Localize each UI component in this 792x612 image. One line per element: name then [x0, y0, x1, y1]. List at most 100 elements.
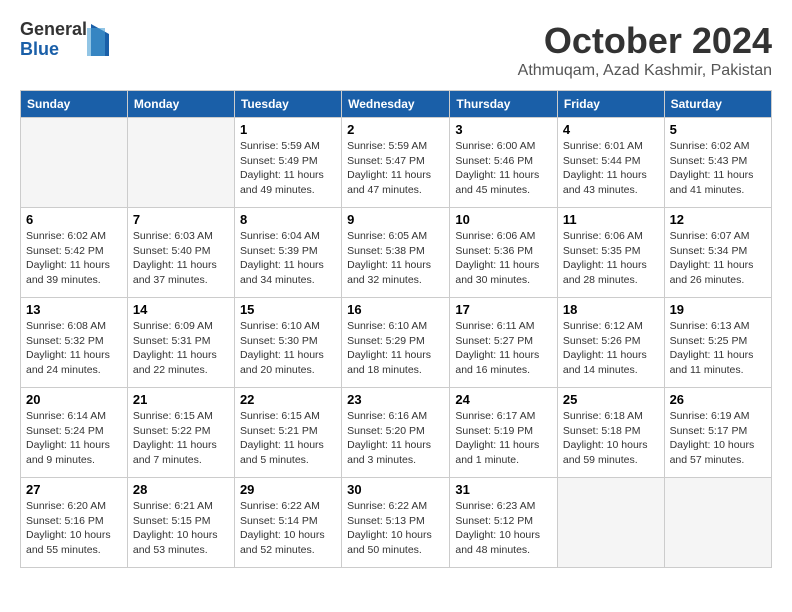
calendar-cell: 11 Sunrise: 6:06 AM Sunset: 5:35 PM Dayli… [557, 208, 664, 298]
day-number: 22 [240, 392, 336, 407]
day-info: Sunrise: 6:02 AM Sunset: 5:43 PM Dayligh… [670, 139, 766, 198]
day-info: Sunrise: 6:09 AM Sunset: 5:31 PM Dayligh… [133, 319, 229, 378]
day-info: Sunrise: 6:06 AM Sunset: 5:36 PM Dayligh… [455, 229, 552, 288]
day-number: 13 [26, 302, 122, 317]
calendar-header-monday: Monday [127, 91, 234, 118]
calendar-cell: 3 Sunrise: 6:00 AM Sunset: 5:46 PM Daylig… [450, 118, 558, 208]
day-info: Sunrise: 5:59 AM Sunset: 5:47 PM Dayligh… [347, 139, 444, 198]
calendar-cell: 5 Sunrise: 6:02 AM Sunset: 5:43 PM Daylig… [664, 118, 771, 208]
calendar-cell: 28 Sunrise: 6:21 AM Sunset: 5:15 PM Dayli… [127, 478, 234, 568]
calendar-table: SundayMondayTuesdayWednesdayThursdayFrid… [20, 90, 772, 568]
day-number: 8 [240, 212, 336, 227]
day-info: Sunrise: 6:19 AM Sunset: 5:17 PM Dayligh… [670, 409, 766, 468]
title-block: October 2024 Athmuqam, Azad Kashmir, Pak… [518, 20, 772, 80]
day-info: Sunrise: 6:13 AM Sunset: 5:25 PM Dayligh… [670, 319, 766, 378]
day-number: 27 [26, 482, 122, 497]
logo-general: General [20, 20, 87, 40]
day-number: 12 [670, 212, 766, 227]
day-info: Sunrise: 6:08 AM Sunset: 5:32 PM Dayligh… [26, 319, 122, 378]
calendar-cell: 13 Sunrise: 6:08 AM Sunset: 5:32 PM Dayli… [21, 298, 128, 388]
day-info: Sunrise: 6:03 AM Sunset: 5:40 PM Dayligh… [133, 229, 229, 288]
logo-icon [87, 24, 109, 56]
calendar-header-row: SundayMondayTuesdayWednesdayThursdayFrid… [21, 91, 772, 118]
day-number: 2 [347, 122, 444, 137]
day-number: 21 [133, 392, 229, 407]
day-number: 20 [26, 392, 122, 407]
calendar-cell: 17Sunrise: 6:11 AM Sunset: 5:27 PM Dayli… [450, 298, 558, 388]
calendar-cell: 8 Sunrise: 6:04 AM Sunset: 5:39 PM Daylig… [234, 208, 341, 298]
day-number: 3 [455, 122, 552, 137]
day-info: Sunrise: 6:01 AM Sunset: 5:44 PM Dayligh… [563, 139, 659, 198]
calendar-cell [127, 118, 234, 208]
day-info: Sunrise: 6:14 AM Sunset: 5:24 PM Dayligh… [26, 409, 122, 468]
day-number: 28 [133, 482, 229, 497]
day-number: 9 [347, 212, 444, 227]
calendar-header-thursday: Thursday [450, 91, 558, 118]
calendar-week-4: 20 Sunrise: 6:14 AM Sunset: 5:24 PM Dayli… [21, 388, 772, 478]
logo-blue: Blue [20, 40, 87, 60]
calendar-cell: 18Sunrise: 6:12 AM Sunset: 5:26 PM Dayli… [557, 298, 664, 388]
day-info: Sunrise: 6:07 AM Sunset: 5:34 PM Dayligh… [670, 229, 766, 288]
day-number: 4 [563, 122, 659, 137]
day-number: 11 [563, 212, 659, 227]
page-header: General Blue October 2024 Athmuqam, Azad… [20, 20, 772, 80]
day-number: 25 [563, 392, 659, 407]
day-number: 18 [563, 302, 659, 317]
day-number: 23 [347, 392, 444, 407]
day-info: Sunrise: 6:18 AM Sunset: 5:18 PM Dayligh… [563, 409, 659, 468]
day-number: 19 [670, 302, 766, 317]
calendar-cell: 27 Sunrise: 6:20 AM Sunset: 5:16 PM Dayli… [21, 478, 128, 568]
calendar-cell: 10 Sunrise: 6:06 AM Sunset: 5:36 PM Dayli… [450, 208, 558, 298]
calendar-cell: 24 Sunrise: 6:17 AM Sunset: 5:19 PM Dayli… [450, 388, 558, 478]
calendar-cell: 2 Sunrise: 5:59 AM Sunset: 5:47 PM Daylig… [342, 118, 450, 208]
day-info: Sunrise: 6:00 AM Sunset: 5:46 PM Dayligh… [455, 139, 552, 198]
calendar-cell: 16 Sunrise: 6:10 AM Sunset: 5:29 PM Dayli… [342, 298, 450, 388]
day-number: 5 [670, 122, 766, 137]
calendar-cell: 29Sunrise: 6:22 AM Sunset: 5:14 PM Dayli… [234, 478, 341, 568]
calendar-cell [21, 118, 128, 208]
calendar-header-tuesday: Tuesday [234, 91, 341, 118]
calendar-cell: 30 Sunrise: 6:22 AM Sunset: 5:13 PM Dayli… [342, 478, 450, 568]
day-number: 7 [133, 212, 229, 227]
calendar-cell [557, 478, 664, 568]
day-info: Sunrise: 6:15 AM Sunset: 5:21 PM Dayligh… [240, 409, 336, 468]
calendar-cell: 19 Sunrise: 6:13 AM Sunset: 5:25 PM Dayli… [664, 298, 771, 388]
day-number: 31 [455, 482, 552, 497]
day-number: 29 [240, 482, 336, 497]
day-info: Sunrise: 6:10 AM Sunset: 5:30 PM Dayligh… [240, 319, 336, 378]
day-info: Sunrise: 6:15 AM Sunset: 5:22 PM Dayligh… [133, 409, 229, 468]
calendar-cell: 12 Sunrise: 6:07 AM Sunset: 5:34 PM Dayli… [664, 208, 771, 298]
day-info: Sunrise: 6:20 AM Sunset: 5:16 PM Dayligh… [26, 499, 122, 558]
month-title: October 2024 [518, 20, 772, 62]
location-title: Athmuqam, Azad Kashmir, Pakistan [518, 62, 772, 80]
calendar-cell: 20 Sunrise: 6:14 AM Sunset: 5:24 PM Dayli… [21, 388, 128, 478]
day-info: Sunrise: 5:59 AM Sunset: 5:49 PM Dayligh… [240, 139, 336, 198]
day-info: Sunrise: 6:22 AM Sunset: 5:13 PM Dayligh… [347, 499, 444, 558]
logo-text: General Blue [20, 20, 87, 60]
calendar-cell: 23Sunrise: 6:16 AM Sunset: 5:20 PM Dayli… [342, 388, 450, 478]
day-info: Sunrise: 6:21 AM Sunset: 5:15 PM Dayligh… [133, 499, 229, 558]
day-info: Sunrise: 6:17 AM Sunset: 5:19 PM Dayligh… [455, 409, 552, 468]
day-number: 10 [455, 212, 552, 227]
calendar-cell [664, 478, 771, 568]
calendar-cell: 15Sunrise: 6:10 AM Sunset: 5:30 PM Dayli… [234, 298, 341, 388]
calendar-cell: 25 Sunrise: 6:18 AM Sunset: 5:18 PM Dayli… [557, 388, 664, 478]
calendar-week-3: 13 Sunrise: 6:08 AM Sunset: 5:32 PM Dayli… [21, 298, 772, 388]
day-number: 24 [455, 392, 552, 407]
day-info: Sunrise: 6:06 AM Sunset: 5:35 PM Dayligh… [563, 229, 659, 288]
calendar-header-saturday: Saturday [664, 91, 771, 118]
calendar-cell: 26 Sunrise: 6:19 AM Sunset: 5:17 PM Dayli… [664, 388, 771, 478]
day-number: 26 [670, 392, 766, 407]
calendar-header-friday: Friday [557, 91, 664, 118]
day-number: 16 [347, 302, 444, 317]
logo: General Blue [20, 20, 109, 60]
day-info: Sunrise: 6:23 AM Sunset: 5:12 PM Dayligh… [455, 499, 552, 558]
day-info: Sunrise: 6:04 AM Sunset: 5:39 PM Dayligh… [240, 229, 336, 288]
day-number: 30 [347, 482, 444, 497]
calendar-cell: 31 Sunrise: 6:23 AM Sunset: 5:12 PM Dayli… [450, 478, 558, 568]
day-number: 17 [455, 302, 552, 317]
calendar-header-sunday: Sunday [21, 91, 128, 118]
day-info: Sunrise: 6:10 AM Sunset: 5:29 PM Dayligh… [347, 319, 444, 378]
calendar-cell: 21 Sunrise: 6:15 AM Sunset: 5:22 PM Dayli… [127, 388, 234, 478]
day-info: Sunrise: 6:02 AM Sunset: 5:42 PM Dayligh… [26, 229, 122, 288]
